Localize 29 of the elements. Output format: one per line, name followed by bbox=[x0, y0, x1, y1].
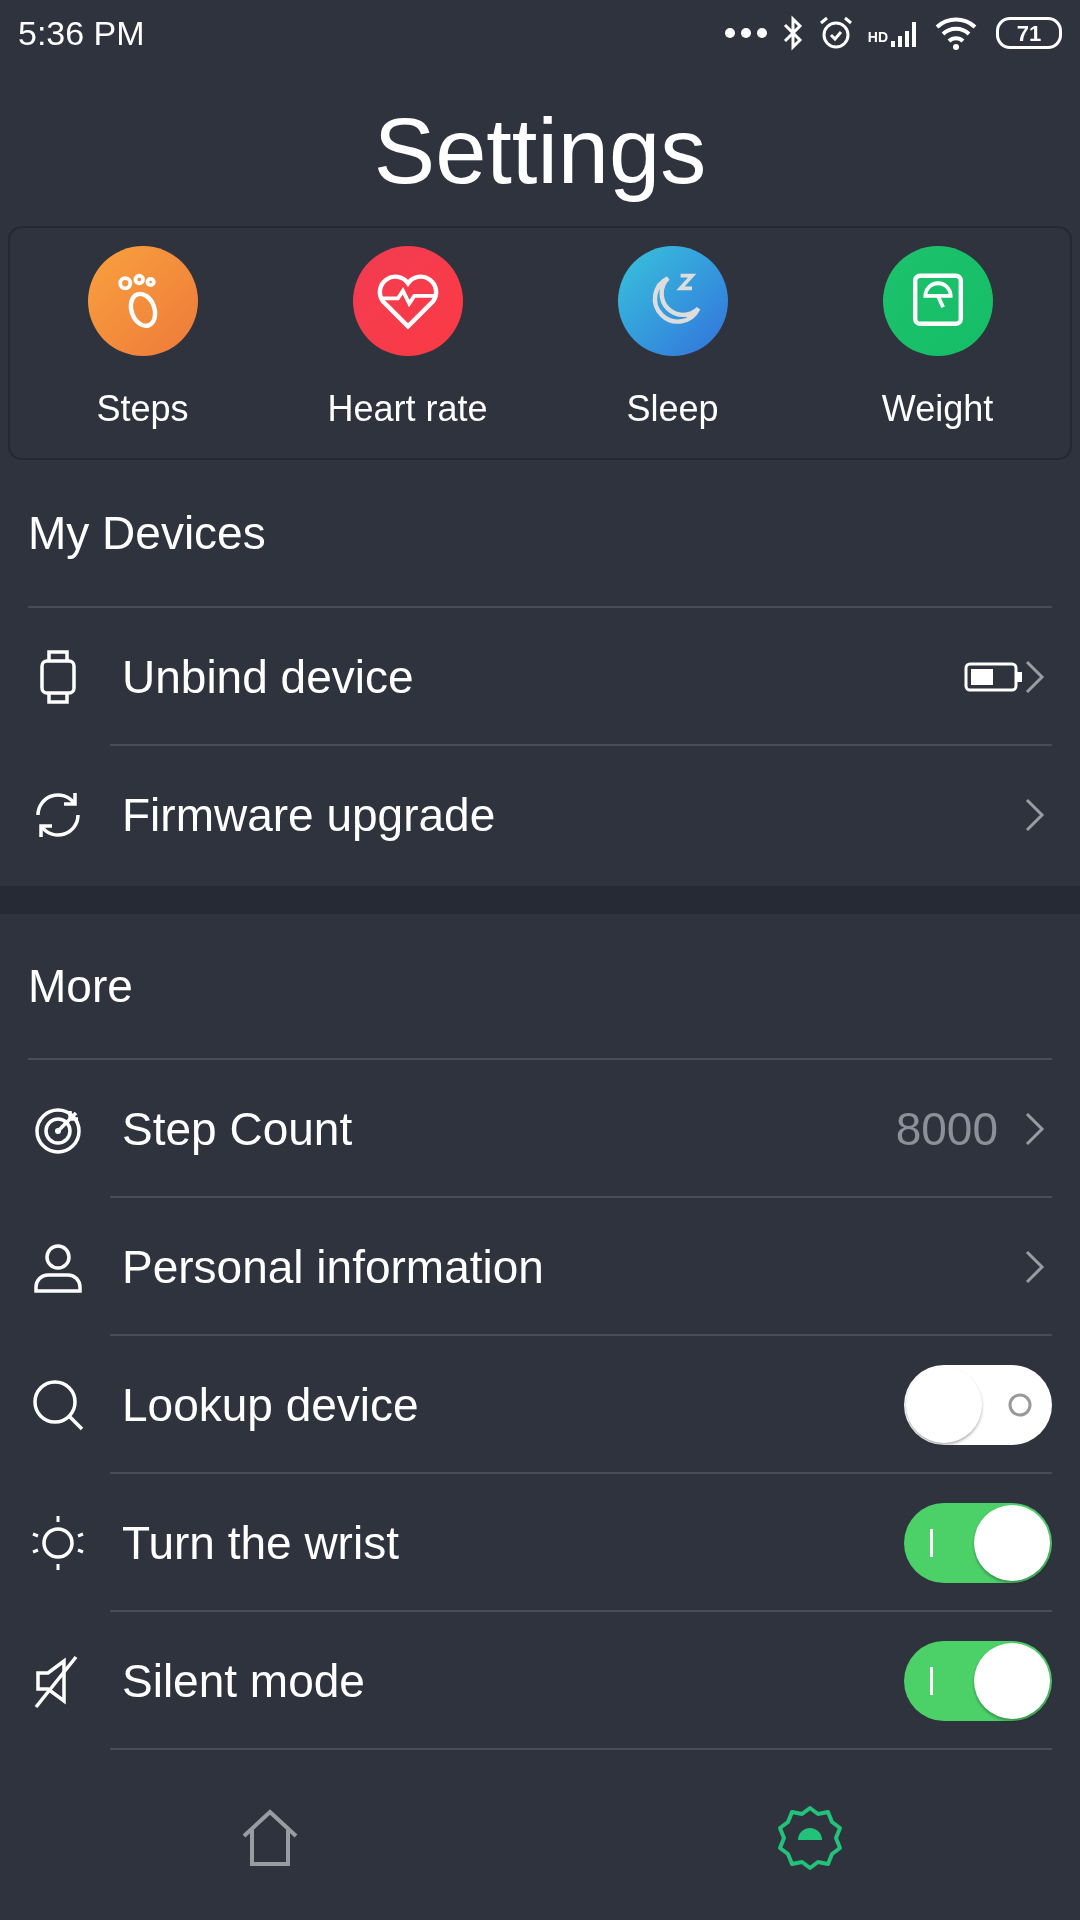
shortcut-button[interactable]: Steps bbox=[10, 246, 275, 437]
on-line-icon bbox=[930, 1529, 933, 1558]
network-type: HD bbox=[867, 28, 888, 47]
settings-row[interactable]: Personal information bbox=[28, 1198, 1052, 1337]
battery-icon bbox=[964, 661, 1024, 694]
shortcut-button[interactable]: Heart rate bbox=[275, 246, 540, 437]
bluetooth-icon bbox=[781, 15, 804, 51]
wifi-icon bbox=[934, 15, 978, 51]
section-title: More bbox=[27, 958, 134, 1014]
battery-level: 71 bbox=[996, 17, 1062, 49]
alarm-icon bbox=[817, 15, 854, 51]
chevron-right-icon bbox=[1024, 1111, 1046, 1148]
settings-row[interactable]: Firmware upgrade bbox=[28, 746, 1052, 885]
setting-label: Turn the wrist bbox=[122, 1515, 400, 1571]
setting-label: Lookup device bbox=[122, 1377, 420, 1433]
settings-row[interactable]: Unbind device bbox=[28, 608, 1052, 747]
section-title: My Devices bbox=[27, 505, 267, 561]
shortcut-button[interactable]: Weight bbox=[805, 246, 1070, 437]
page-title: Settings bbox=[372, 99, 708, 204]
chevron-right-icon bbox=[1024, 659, 1046, 696]
status-time: 5:36 PM bbox=[18, 12, 145, 54]
shortcut-button[interactable]: Sleep bbox=[540, 246, 805, 437]
chevron-right-icon bbox=[1024, 1249, 1046, 1286]
chevron-right-icon bbox=[1024, 797, 1046, 834]
setting-label: Silent mode bbox=[122, 1653, 366, 1709]
settings-row[interactable]: Step Count 8000 bbox=[28, 1060, 1052, 1199]
on-line-icon bbox=[930, 1667, 933, 1696]
step-goal-value: 8000 bbox=[895, 1101, 998, 1157]
more-icon bbox=[723, 27, 768, 39]
